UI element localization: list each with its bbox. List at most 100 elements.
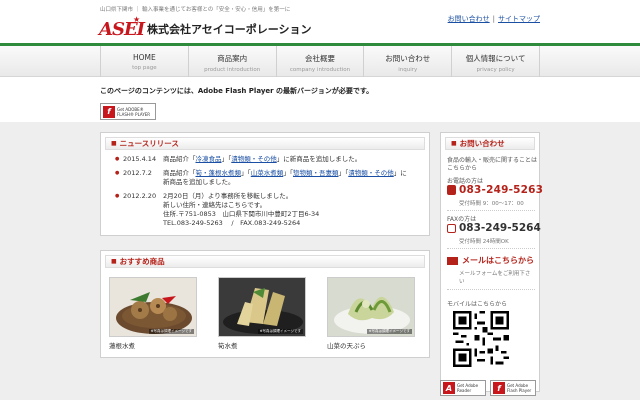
news-text: 」に新商品を追加しました。 [276,155,362,163]
site-tagline: 山口県下関市 ｜ 輸入事業を通じてお客様との「安全・安心・信用」を第一に [100,7,291,13]
site-logo[interactable]: ASEI ★ 株式会社アセイコーポレーション [99,15,312,43]
news-link-bamboo[interactable]: 筍・蓬根水煮類 [196,169,242,177]
product-name: 蓮根水煮 [109,342,135,350]
mail-link[interactable]: メールはこちらから [447,255,534,266]
product-image: ※写真は調理イメージです [218,277,306,337]
mobile-label: モバイルはこちらから [447,301,508,308]
news-link-pickles[interactable]: 漬物類・その他 [231,155,277,163]
mail-label: メールはこちらから [462,256,534,265]
mail-sub-line1: メールフォームをご利用下さ [459,271,531,277]
recommend-title-bar: ■ おすすめ商品 [105,255,425,268]
nav-label: お問い合わせ [385,54,431,63]
news-text: 」「 [283,169,293,177]
news-date: 2015.4.14 [123,155,157,163]
divider [447,248,535,249]
news-text: TEL.083-249-5263 / FAX.083-249-5264 [163,219,301,227]
divider [447,289,535,290]
news-item: ● 2012.7.2 商品紹介「筍・蓬根水煮類」「山菜水煮類」「惣物類・吾妻類」… [115,169,423,187]
nav-sublabel: inquiry [398,67,418,73]
product-card-bamboo[interactable]: ※写真は調理イメージです 筍水煮 [218,277,306,350]
bullet-icon: ■ [451,140,457,147]
adobe-reader-icon: A [443,382,455,394]
phone-number[interactable]: 083-249-5263 [459,184,543,196]
product-card-lotus[interactable]: ※写真は調理イメージです 蓮根水煮 [109,277,197,350]
recommend-title: おすすめ商品 [119,257,165,266]
phone-hours: 受付時間 9：00～17：00 [459,201,524,207]
news-item: ● 2012.2.20 2月20日（月）より事務所を移転しました。 新しい住所・… [115,192,423,228]
news-text: 」「 [221,155,232,163]
news-text: 」「 [241,169,251,177]
link-separator: | [492,15,495,23]
news-text: 商品紹介「 [163,169,196,177]
news-text: 新しい住所・連絡先はこちらです。 [163,201,267,209]
product-card-tempura[interactable]: ※写真は調理イメージです 山菜の天ぷら [327,277,415,350]
news-text: 住所.〒751-0853 山口県下関市川中豊町2丁目6-34 [163,210,320,218]
news-title: ニュースリリース [119,139,179,148]
nav-item-products[interactable]: 商品案内 product introduction [187,46,276,77]
get-adobe-reader-button[interactable]: A Get Adobe Reader [440,380,486,396]
news-date: 2012.7.2 [123,169,152,177]
news-link-wildveg[interactable]: 山菜水煮類 [251,169,284,177]
bullet-icon: ■ [111,258,117,265]
contact-title-bar: ■ お問い合わせ [445,137,535,150]
flash-notice: このページのコンテンツには、Adobe Flash Player の最新バージョ… [100,87,374,95]
badge-line2: Flash Player [507,388,532,393]
contact-sidebar: ■ お問い合わせ 食品の輸入・販売に関することは こちらから お電話の方は 08… [440,132,543,392]
nav-label: 商品案内 [217,54,248,63]
nav-sublabel: company introduction [289,67,351,73]
bullet-icon: ● [115,193,120,199]
nav-item-inquiry[interactable]: お問い合わせ inquiry [363,46,451,77]
fax-icon [447,223,456,233]
news-link-sozai[interactable]: 惣物類・吾妻類 [293,169,339,177]
news-text: 新商品を追加しました。 [163,178,235,186]
flash-icon: f [493,382,505,394]
bullet-icon: ● [115,156,120,162]
nav-item-home[interactable]: HOME top page [100,46,188,77]
nav-label: 個人情報について [465,54,526,63]
nav-label: 会社概要 [304,54,335,63]
product-image: ※写真は調理イメージです [109,277,197,337]
badge-line2: Reader [457,388,472,393]
contact-title: お問い合わせ [459,139,505,148]
qr-code-icon [453,311,509,367]
news-body: 商品紹介「筍・蓬根水煮類」「山菜水煮類」「惣物類・吾妻類」「漬物類・その他」に新… [163,169,423,187]
contact-link[interactable]: お問い合わせ [448,15,490,23]
download-badges: A Get Adobe Reader f Get Adobe Flash Pla… [440,380,536,396]
news-text: 商品紹介「 [163,155,196,163]
product-name: 山菜の天ぷら [327,342,366,350]
header-links: お問い合わせ | サイトマップ [448,14,540,24]
news-body: 2月20日（月）より事務所を移転しました。 新しい住所・連絡先はこちらです。 住… [163,192,423,228]
fax-number: 083-249-5264 [459,222,541,234]
news-link-frozen[interactable]: 冷凍食品 [196,155,222,163]
nav-sublabel: product introduction [204,67,261,73]
news-title-bar: ■ ニュースリリース [105,137,425,150]
phone-icon [447,185,456,195]
get-flash-player-bottom-button[interactable]: f Get Adobe Flash Player [490,380,536,396]
product-image: ※写真は調理イメージです [327,277,415,337]
nav-item-privacy[interactable]: 個人情報について privacy policy [451,46,540,77]
news-body: 商品紹介「冷凍食品」「漬物類・その他」に新商品を追加しました。 [163,155,423,164]
star-icon: ★ [133,15,141,24]
flash-icon: f [103,105,115,118]
image-caption: ※写真は調理イメージです [148,329,194,334]
nav-label: HOME [133,53,156,62]
company-name: 株式会社アセイコーポレーション [147,23,312,36]
contact-intro-line2: こちらから [447,165,478,172]
mail-icon [447,256,458,265]
phone-row: 083-249-5263 [447,184,543,196]
bullet-icon: ● [115,170,120,176]
header: 山口県下関市 ｜ 輸入事業を通じてお客様との「安全・安心・信用」を第一に ASE… [0,0,640,46]
nav-item-company[interactable]: 会社概要 company introduction [275,46,364,77]
bullet-icon: ■ [111,140,117,147]
news-text: 2月20日（月）より事務所を移転しました。 [163,192,293,200]
nav-sublabel: privacy policy [476,67,515,73]
news-link-pickles[interactable]: 漬物類・その他 [348,169,394,177]
sitemap-link[interactable]: サイトマップ [498,15,540,23]
get-flash-player-button[interactable]: f Get ADOBE® FLASH® PLAYER [100,103,156,120]
news-text: 」「 [338,169,349,177]
logo-mark: ASEI ★ [99,15,145,41]
product-name: 筍水煮 [218,342,238,350]
divider [447,210,535,211]
image-caption: ※写真は調理イメージです [257,329,303,334]
fax-row: 083-249-5264 [447,222,541,234]
